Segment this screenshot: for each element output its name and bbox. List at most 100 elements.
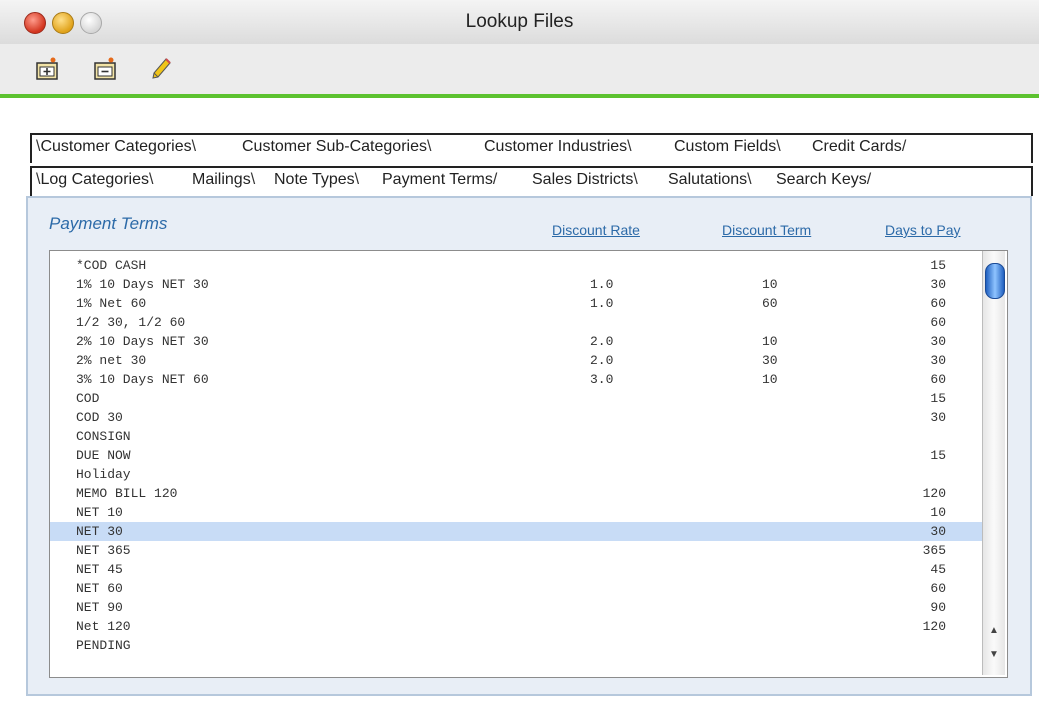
list-item[interactable]: 1% 10 Days NET 30 1.0 10 30: [50, 275, 982, 294]
cell-name: 2% net 30: [76, 353, 147, 368]
tab-label: Salutations: [668, 171, 748, 188]
tab-label: Search Keys: [776, 171, 867, 188]
tab-label: Credit Cards: [812, 138, 902, 155]
cell-days: 60: [930, 296, 946, 311]
scroll-thumb[interactable]: [985, 263, 1005, 299]
cell-name: NET 30: [76, 524, 123, 539]
tab-credit-cards[interactable]: Credit Cards/: [812, 138, 906, 156]
cell-term: 30: [762, 353, 778, 368]
tab-row-1: \Customer Categories\ Customer Sub-Categ…: [30, 133, 1033, 163]
cell-term: 10: [762, 277, 778, 292]
cell-days: 120: [922, 619, 946, 634]
tab-label: Customer Industries: [484, 138, 628, 155]
list-item[interactable]: COD 15: [50, 389, 982, 408]
cell-days: 365: [922, 543, 946, 558]
tab-customer-industries[interactable]: Customer Industries\: [484, 138, 632, 156]
cell-term: 10: [762, 334, 778, 349]
tab-log-categories[interactable]: \Log Categories\: [36, 171, 153, 189]
cell-name: NET 45: [76, 562, 123, 577]
list-item[interactable]: NET 10 10: [50, 503, 982, 522]
cell-name: 1% Net 60: [76, 296, 147, 311]
cell-rate: 1.0: [590, 277, 614, 292]
tab-mailings[interactable]: Mailings\: [192, 171, 255, 189]
window-title: Lookup Files: [465, 11, 574, 32]
cell-rate: 2.0: [590, 334, 614, 349]
tab-label: Payment Terms: [382, 171, 493, 188]
list-item[interactable]: NET 60 60: [50, 579, 982, 598]
cell-name: Holiday: [76, 467, 131, 482]
scroll-down-arrow-icon[interactable]: ▼: [983, 649, 1005, 660]
cell-name: 3% 10 Days NET 60: [76, 372, 209, 387]
cell-days: 60: [930, 315, 946, 330]
add-record-button[interactable]: [32, 54, 62, 84]
cell-rate: 3.0: [590, 372, 614, 387]
cell-days: 30: [930, 410, 946, 425]
edit-button[interactable]: [146, 54, 176, 84]
cell-days: 30: [930, 277, 946, 292]
cell-name: COD: [76, 391, 100, 406]
cell-name: Net 120: [76, 619, 131, 634]
cell-days: 30: [930, 524, 946, 539]
list-item[interactable]: *COD CASH 15: [50, 256, 982, 275]
column-header-discount-term[interactable]: Discount Term: [722, 222, 811, 238]
panel-title: Payment Terms: [49, 214, 168, 233]
list-item[interactable]: NET 365 365: [50, 541, 982, 560]
edit-pencil-icon: [152, 58, 171, 79]
title-bar: Lookup Files: [0, 0, 1039, 45]
cell-days: 60: [930, 581, 946, 596]
list-item[interactable]: 1% Net 60 1.0 60 60: [50, 294, 982, 313]
tab-label: Customer Categories: [40, 138, 192, 155]
list-item[interactable]: 2% net 30 2.0 30 30: [50, 351, 982, 370]
list-item[interactable]: NET 30 30: [50, 522, 982, 541]
cell-name: DUE NOW: [76, 448, 131, 463]
tab-customer-categories[interactable]: \Customer Categories\: [36, 138, 196, 156]
list-item[interactable]: CONSIGN: [50, 427, 982, 446]
tab-sales-districts[interactable]: Sales Districts\: [532, 171, 638, 189]
tab-customer-sub-categories[interactable]: Customer Sub-Categories\: [242, 138, 431, 156]
list-item[interactable]: Net 120 120: [50, 617, 982, 636]
cell-days: 30: [930, 353, 946, 368]
toolbar: [0, 44, 1039, 98]
tab-note-types[interactable]: Note Types\: [274, 171, 359, 189]
tab-custom-fields[interactable]: Custom Fields\: [674, 138, 781, 156]
tab-label: Sales Districts: [532, 171, 634, 188]
cell-name: 1% 10 Days NET 30: [76, 277, 209, 292]
list-item[interactable]: NET 45 45: [50, 560, 982, 579]
cell-rate: 2.0: [590, 353, 614, 368]
tab-payment-terms[interactable]: Payment Terms/: [382, 171, 497, 189]
cell-days: 15: [930, 391, 946, 406]
list-item[interactable]: NET 90 90: [50, 598, 982, 617]
tab-search-keys[interactable]: Search Keys/: [776, 171, 871, 189]
vertical-scrollbar[interactable]: ▲ ▼: [982, 251, 1005, 675]
tab-label: Customer Sub-Categories: [242, 138, 427, 155]
tab-salutations[interactable]: Salutations\: [668, 171, 752, 189]
column-header-days-to-pay[interactable]: Days to Pay: [885, 222, 960, 238]
cell-days: 120: [922, 486, 946, 501]
cell-name: MEMO BILL 120: [76, 486, 178, 501]
column-header-discount-rate[interactable]: Discount Rate: [552, 222, 640, 238]
list-item[interactable]: DUE NOW 15: [50, 446, 982, 465]
remove-record-button[interactable]: [90, 54, 120, 84]
cell-days: 45: [930, 562, 946, 577]
tab-label: Custom Fields: [674, 138, 777, 155]
cell-rate: 1.0: [590, 296, 614, 311]
scroll-up-arrow-icon[interactable]: ▲: [983, 625, 1005, 636]
payment-terms-list[interactable]: *COD CASH 15 1% 10 Days NET 30 1.0 10 30 1% Ne…: [49, 250, 1008, 678]
cell-name: 1/2 30, 1/2 60: [76, 315, 186, 330]
list-item[interactable]: PENDING: [50, 636, 982, 655]
list-item[interactable]: Holiday: [50, 465, 982, 484]
tab-label: Log Categories: [40, 171, 149, 188]
list-item[interactable]: 2% 10 Days NET 30 2.0 10 30: [50, 332, 982, 351]
tab-row-2: \Log Categories\ Mailings\ Note Types\ P…: [30, 166, 1033, 196]
list-item[interactable]: MEMO BILL 120 120: [50, 484, 982, 503]
cell-days: 30: [930, 334, 946, 349]
cell-days: 10: [930, 505, 946, 520]
list-item[interactable]: 3% 10 Days NET 60 3.0 10 60: [50, 370, 982, 389]
cell-days: 90: [930, 600, 946, 615]
cell-name: NET 10: [76, 505, 123, 520]
list-item[interactable]: 1/2 30, 1/2 60 60: [50, 313, 982, 332]
tab-label: Note Types: [274, 171, 355, 188]
cell-name: COD 30: [76, 410, 123, 425]
list-item[interactable]: COD 30 30: [50, 408, 982, 427]
cell-name: NET 60: [76, 581, 123, 596]
